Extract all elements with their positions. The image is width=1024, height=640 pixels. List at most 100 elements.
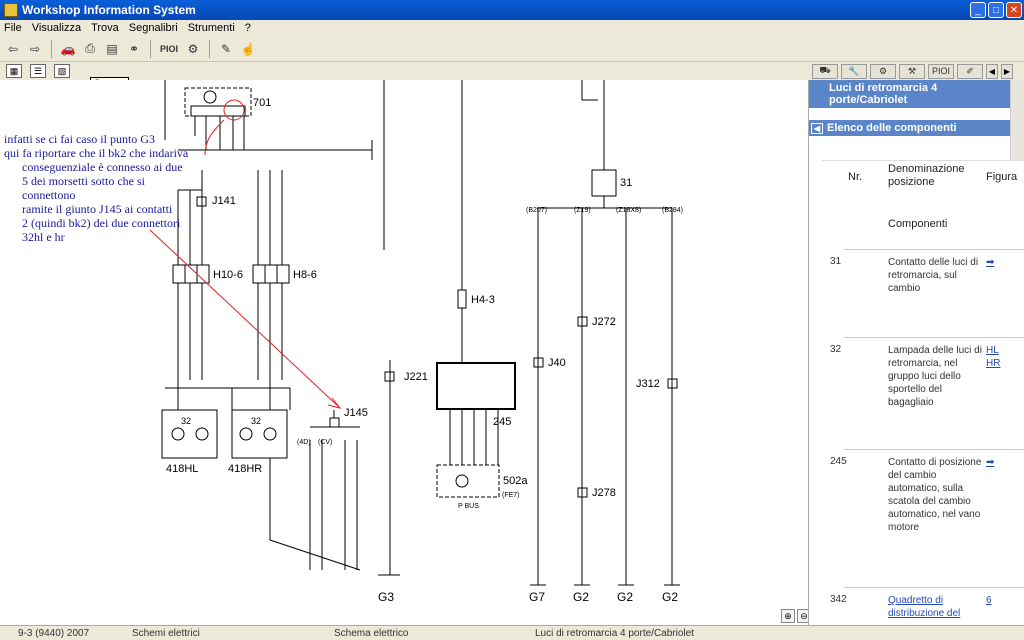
list-view-icon[interactable]: ☰	[30, 64, 46, 78]
tab-next-icon[interactable]: ▶	[1001, 63, 1013, 79]
label-31: 31	[620, 177, 632, 189]
window-title: Workshop Information System	[22, 3, 196, 17]
zoom-out-icon[interactable]: ⊖	[797, 609, 808, 623]
minimize-button[interactable]: _	[970, 2, 986, 18]
label-4d: (4D)	[297, 439, 311, 446]
label-z18x8: (Z18X8)	[616, 207, 641, 214]
table-row: 31 Contatto delle luci di retromarcia, s…	[830, 249, 1024, 337]
menu-file[interactable]: File	[4, 22, 22, 34]
main-toolbar: ⇦ ⇨ 🚗 ⎙ ▤ ⚭ PIOI ⚙ ✎ ☝	[0, 36, 1024, 62]
row-desc: Lampada delle luci di retromarcia, nel g…	[888, 345, 982, 408]
menu-help[interactable]: ?	[245, 22, 251, 34]
components-heading: Componenti	[888, 218, 948, 230]
col-name-header: Denominazione posizione	[888, 163, 965, 188]
label-j312: J312	[636, 378, 660, 390]
tab-gears-icon[interactable]: ⚙	[870, 63, 896, 79]
status-page: Luci di retromarcia 4 porte/Cabriolet	[535, 628, 694, 639]
document-icon[interactable]: ▤	[103, 40, 121, 58]
print-icon[interactable]: ⎙	[81, 40, 99, 58]
tree-view-icon[interactable]: ▦	[6, 64, 22, 78]
row-nr: 245	[830, 456, 847, 467]
component-list-link[interactable]: ◀ Elenco delle componenti	[809, 120, 1011, 136]
note-line-3: conseguenziale è connesso ai due	[22, 160, 183, 174]
close-button[interactable]: ✕	[1006, 2, 1022, 18]
label-g3: G3	[378, 590, 394, 604]
tab-pio[interactable]: PIOI	[928, 63, 954, 79]
label-j141: J141	[212, 195, 236, 207]
label-g2-b: G2	[617, 590, 633, 604]
figure-link[interactable]: HL HR	[986, 344, 1006, 370]
label-502a: 502a	[503, 475, 528, 487]
menu-visualizza[interactable]: Visualizza	[32, 22, 81, 34]
chart-view-icon[interactable]: ▧	[54, 64, 70, 78]
row-desc-link[interactable]: Quadretto di distribuzione del	[888, 594, 988, 620]
back-arrow-icon[interactable]: ⇦	[4, 40, 22, 58]
label-fe7: (FE7)	[502, 492, 520, 499]
row-nr: 31	[830, 256, 842, 267]
tab-wrench-icon[interactable]: 🔧	[841, 63, 867, 79]
component-list-label: Elenco delle componenti	[827, 122, 957, 134]
note-line-7: 32hl e hr	[22, 230, 65, 244]
toolbar-separator	[209, 39, 210, 58]
label-j272: J272	[592, 316, 616, 328]
figure-link[interactable]: 6	[986, 594, 992, 607]
note-line-5: ramite il giunto J145 ai contatti	[22, 202, 173, 216]
tool-icon[interactable]: ⚙	[184, 40, 202, 58]
side-panel-title: Luci di retromarcia 4 porte/Cabriolet	[809, 80, 1011, 108]
wiring-diagram[interactable]: 701 J141 H10-6 H8-6 J145 32 32 418HL 418…	[0, 80, 808, 625]
menu-bar: File Visualizza Trova Segnalibri Strumen…	[0, 20, 1024, 36]
component-table: Nr. Denominazione posizione Figura Compo…	[822, 160, 1024, 625]
pio-button[interactable]: PIOI	[158, 40, 180, 58]
side-scrollbar[interactable]	[1010, 80, 1024, 160]
label-b284: (B284)	[662, 207, 683, 214]
tab-car-icon[interactable]: ⛟	[812, 63, 838, 79]
highlighter-icon[interactable]: ✎	[217, 40, 235, 58]
back-icon[interactable]: ◀	[811, 122, 823, 134]
note-line-2: qui fa riportare che il bk2 che indariva	[4, 146, 189, 160]
label-701: 701	[253, 97, 271, 109]
tab-engine-icon[interactable]: ⚒	[899, 63, 925, 79]
zoom-in-icon[interactable]: ⊕	[781, 609, 795, 623]
label-b207: (B207)	[526, 207, 547, 214]
figure-arrow-icon[interactable]: ➡	[986, 456, 994, 469]
table-row: 342 Quadretto di distribuzione del 6	[830, 587, 1024, 626]
label-pbus: P BUS	[458, 503, 479, 510]
label-j221: J221	[404, 371, 428, 383]
label-z19: (Z19)	[574, 207, 591, 214]
toolbar-separator	[150, 39, 151, 58]
row-desc: Contatto delle luci di retromarcia, sul …	[888, 257, 979, 294]
pointer-hand-icon[interactable]: ☝	[239, 40, 257, 58]
tab-prev-icon[interactable]: ◀	[986, 63, 998, 79]
zoom-controls: ⊕ ⊖	[781, 609, 808, 623]
maximize-button[interactable]: □	[988, 2, 1004, 18]
label-418hl: 418HL	[166, 463, 198, 475]
status-model: 9-3 (9440) 2007	[18, 628, 90, 639]
col-nr-header: Nr.	[848, 171, 863, 183]
note-line-1: infatti se ci fai caso il punto G3	[4, 132, 155, 146]
status-document: Schema elettrico	[334, 628, 409, 639]
app-icon	[4, 3, 18, 17]
car-icon[interactable]: 🚗	[59, 40, 77, 58]
label-j278: J278	[592, 487, 616, 499]
tab-pen-icon[interactable]: ✐	[957, 63, 983, 79]
menu-strumenti[interactable]: Strumenti	[188, 22, 235, 34]
menu-segnalibri[interactable]: Segnalibri	[129, 22, 178, 34]
label-32-left: 32	[181, 416, 191, 426]
binoculars-icon[interactable]: ⚭	[125, 40, 143, 58]
row-nr: 342	[830, 594, 847, 605]
title-bar: Workshop Information System _ □ ✕	[0, 0, 1024, 20]
menu-trova[interactable]: Trova	[91, 22, 119, 34]
label-245: 245	[493, 416, 511, 428]
figure-arrow-icon[interactable]: ➡	[986, 256, 994, 269]
note-line-4: 5 dei morsetti sotto che si connettono	[22, 174, 145, 202]
forward-arrow-icon[interactable]: ⇨	[26, 40, 44, 58]
label-g7: G7	[529, 590, 545, 604]
note-line-6: 2 (quindi bk2) dei due connettori	[22, 216, 181, 230]
label-g2-a: G2	[573, 590, 589, 604]
label-cv: (CV)	[318, 439, 332, 446]
status-bar: 9-3 (9440) 2007 Schemi elettrici Schema …	[0, 625, 1024, 640]
label-h10-6: H10-6	[213, 269, 243, 281]
label-j145: J145	[344, 407, 368, 419]
label-32-right: 32	[251, 416, 261, 426]
side-panel-tabs: ⛟ 🔧 ⚙ ⚒ PIOI ✐ ◀ ▶	[808, 62, 1024, 80]
